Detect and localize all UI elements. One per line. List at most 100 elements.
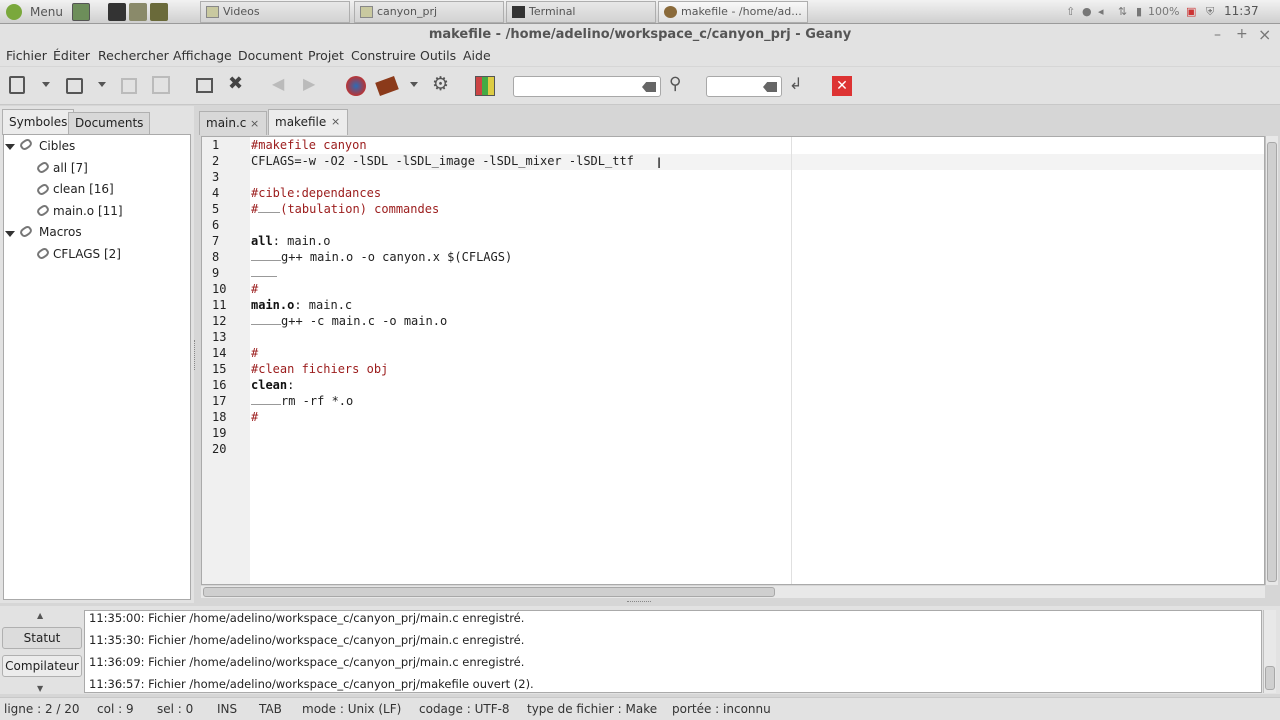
clock[interactable]: 11:37 [1224,4,1259,18]
code-editor[interactable]: 1 2 3 4 5 6 7 8 9 10 11 12 13 14 15 16 1… [201,136,1265,585]
shield-tray-icon[interactable]: ⛨ [1206,5,1214,19]
quit-icon[interactable]: ✕ [832,76,852,96]
mint-menu-icon[interactable] [6,4,22,20]
compile-icon[interactable] [346,76,366,96]
scroll-thumb[interactable] [1267,142,1277,582]
tab-marker [251,399,281,405]
tab-main-c[interactable]: main.c × [199,111,267,135]
tab-symboles[interactable]: Symboles [2,109,75,135]
terminal-launcher-icon[interactable] [108,3,126,21]
screen-tray-icon[interactable]: ▣ [1186,5,1196,18]
new-file-icon[interactable] [9,76,25,94]
minimize-button[interactable]: – [1214,27,1221,43]
maximize-button[interactable]: + [1236,26,1248,42]
task-makefile[interactable]: makefile - /home/ad... [658,1,808,23]
menu-projet[interactable]: Projet [308,48,344,63]
goto-line-icon[interactable]: ↲ [789,74,809,94]
expand-arrow-icon[interactable] [5,144,15,150]
pane-splitter[interactable] [627,601,651,604]
folder-icon [206,6,219,18]
color-chooser-icon[interactable] [475,76,495,96]
tree-item-cflags[interactable]: CFLAGS [2] [53,247,121,261]
sidebar-splitter[interactable] [194,340,197,370]
menu-outils[interactable]: Outils [420,48,456,63]
expand-arrow-icon[interactable] [5,231,15,237]
tab-documents[interactable]: Documents [68,112,151,135]
revert-icon[interactable] [196,78,213,93]
line-number: 3 [212,170,220,184]
code-text: rm -rf *.o [281,394,354,408]
tree-group-macros[interactable]: Macros [39,225,82,239]
target-icon [35,203,51,218]
back-icon[interactable]: ◀ [272,74,292,94]
volume-tray-icon[interactable]: ◂ [1098,5,1104,18]
symbol-tree: Cibles all [7] clean [16] main.o [11] Ma… [3,134,191,600]
task-terminal[interactable]: Terminal [506,1,656,23]
target-icon [35,160,51,175]
close-file-icon[interactable]: ✖ [228,73,248,94]
build-icon[interactable] [375,76,399,96]
save-icon[interactable] [121,78,137,94]
window-title-bar[interactable]: makefile - /home/adelino/workspace_c/can… [0,24,1280,46]
code-text: : main.c [294,298,353,312]
tab-marker [251,255,281,261]
scroll-thumb[interactable] [1265,666,1275,690]
line-number: 11 [212,298,227,312]
geany-launcher-icon[interactable] [150,3,168,21]
status-message: 11:35:30: Fichier /home/adelino/workspac… [89,633,525,647]
long-line-marker [791,137,792,584]
goto-line-input[interactable] [706,76,782,97]
scroll-tabs-up-icon[interactable]: ▲ [37,611,43,620]
tree-item-all[interactable]: all [7] [53,161,88,175]
show-desktop-icon[interactable] [72,3,90,21]
menu-rechercher[interactable]: Rechercher [98,48,169,63]
tree-item-clean[interactable]: clean [16] [53,182,114,196]
save-all-icon[interactable] [152,76,170,94]
menu-document[interactable]: Document [238,48,303,63]
tab-marker [251,271,277,277]
user-tray-icon[interactable]: ● [1082,5,1092,18]
tab-statut[interactable]: Statut [2,627,82,649]
menu-construire[interactable]: Construire [351,48,416,63]
line-number: 5 [212,202,220,216]
messages-vertical-scrollbar[interactable] [1263,610,1276,693]
menu-fichier[interactable]: Fichier [6,48,47,63]
battery-tray-icon[interactable]: ▮ [1136,5,1142,18]
open-file-dropdown-icon[interactable] [98,82,106,87]
forward-icon[interactable]: ▶ [303,74,323,94]
arrow-up-tray-icon[interactable]: ⇧ [1066,5,1075,18]
build-dropdown-icon[interactable] [410,82,418,87]
window-title: makefile - /home/adelino/workspace_c/can… [428,27,852,42]
tree-group-cibles[interactable]: Cibles [39,139,75,153]
menu-aide[interactable]: Aide [463,48,491,63]
text-cursor-icon: I [657,156,662,172]
tab-makefile[interactable]: makefile × [268,109,348,135]
files-launcher-icon[interactable] [129,3,147,21]
preferences-gear-icon[interactable]: ⚙ [432,73,452,95]
close-tab-icon[interactable]: × [331,115,340,128]
network-tray-icon[interactable]: ⇅ [1118,5,1127,18]
status-message: 11:35:00: Fichier /home/adelino/workspac… [89,611,525,625]
status-message-list[interactable]: 11:35:00: Fichier /home/adelino/workspac… [84,610,1262,693]
scroll-tabs-down-icon[interactable]: ▼ [37,684,43,693]
close-window-button[interactable]: × [1258,25,1271,44]
new-file-dropdown-icon[interactable] [42,82,50,87]
editor-horizontal-scrollbar[interactable] [201,586,1265,598]
search-input[interactable] [513,76,661,97]
menu-affichage[interactable]: Affichage [173,48,232,63]
tab-compilateur[interactable]: Compilateur [2,655,82,677]
line-number: 8 [212,250,220,264]
scroll-thumb[interactable] [203,587,775,597]
task-videos[interactable]: Videos [200,1,350,23]
editor-vertical-scrollbar[interactable] [1265,136,1278,585]
task-canyon-prj[interactable]: canyon_prj [354,1,504,23]
menu-editer[interactable]: Éditer [53,48,90,63]
tree-item-main-o[interactable]: main.o [11] [53,204,123,218]
clear-goto-icon[interactable] [763,82,777,92]
search-icon[interactable]: ⚲ [669,74,689,94]
open-file-icon[interactable] [66,78,83,94]
menu-button[interactable]: Menu [30,5,63,19]
clear-search-icon[interactable] [642,82,656,92]
line-number: 18 [212,410,227,424]
close-tab-icon[interactable]: × [250,117,259,130]
